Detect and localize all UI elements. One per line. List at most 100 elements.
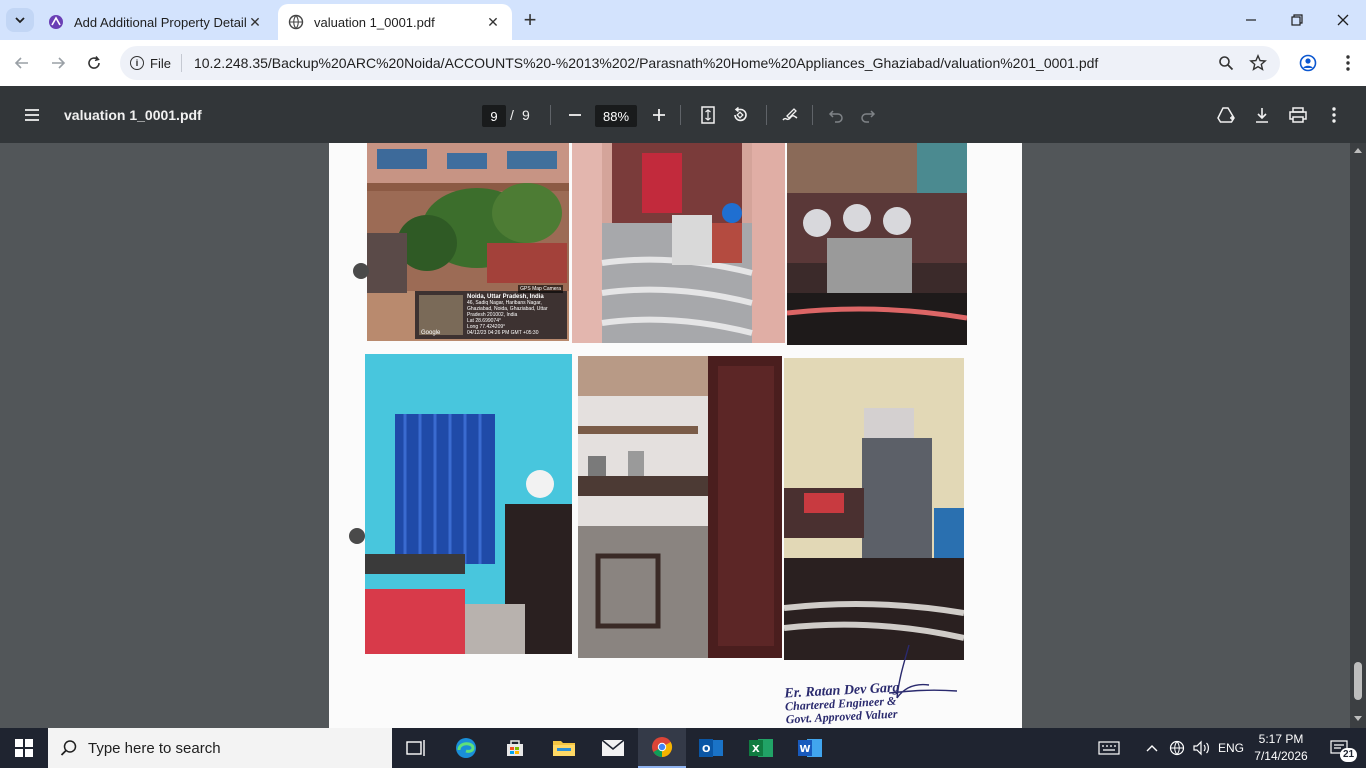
magnifier-icon [1219,56,1234,71]
volume-tray[interactable] [1190,728,1212,768]
gps-datetime: 04/12/23 04:26 PM GMT +05:30 [467,330,539,336]
zoom-button[interactable] [1212,49,1240,77]
excel-app[interactable]: X [737,728,785,768]
viewer-scrollbar[interactable] [1350,143,1366,728]
photo-entrance-room [572,143,785,343]
print-button[interactable] [1286,103,1310,127]
pen-icon [782,108,798,121]
account-icon [1299,54,1317,72]
svg-text:W: W [800,744,811,755]
word-app[interactable]: W [786,728,834,768]
fit-page-button[interactable] [696,103,720,127]
back-button[interactable] [8,49,36,77]
drive-add-icon [1217,107,1235,123]
page-number-input[interactable]: 9 [482,105,506,127]
zoom-level-input[interactable]: 88% [595,105,637,127]
show-hidden-icons-button[interactable] [1142,728,1162,768]
zoom-in-button[interactable] [647,103,671,127]
gps-address: 46, Sadiq Nagar, Haribans Nagar, Ghaziab… [467,300,548,318]
close-window-button[interactable] [1320,6,1366,34]
gps-thumbnail [419,295,463,335]
url-text[interactable]: 10.2.248.35/Backup%20ARC%20Noida/ACCOUNT… [194,55,1280,71]
omnibox-divider [180,54,182,72]
scheme-label: File [150,55,171,71]
forward-button[interactable] [44,49,72,77]
pdf-sidebar-toggle[interactable] [20,103,44,127]
plus-icon [653,109,665,121]
reload-icon [88,56,100,69]
restore-button[interactable] [1274,6,1320,34]
tab-strip: Add Additional Property Detail ✕ valuati… [0,0,1366,40]
photo-blue-room [365,354,572,654]
download-button[interactable] [1250,103,1274,127]
search-placeholder: Type here to search [88,739,221,757]
printer-icon [1289,107,1307,123]
notification-center-button[interactable]: 21 [1320,728,1360,768]
start-button[interactable] [0,728,48,768]
annotate-button[interactable] [778,103,802,127]
close-tab-icon[interactable]: ✕ [246,13,264,31]
undo-button[interactable] [824,103,848,127]
taskbar: Type here to search O X W ENG 5:17 PM 7/… [0,728,1366,768]
pdf-toolbar: valuation 1_0001.pdf 9 / 9 88% [0,86,1366,143]
photo-bedroom [784,358,964,660]
minimize-button[interactable] [1228,6,1274,34]
new-tab-button[interactable]: + [518,9,542,33]
mail-icon [601,739,625,756]
pdf-viewer[interactable]: GPS Map Camera Noida, Uttar Pradesh, Ind… [0,143,1366,728]
clock-date: 7/14/2026 [1254,749,1308,763]
chrome-app[interactable] [638,728,686,768]
redo-button[interactable] [856,103,880,127]
svg-text:X: X [752,744,760,755]
punch-hole [349,528,365,544]
speaker-icon [1193,740,1209,756]
pdf-page: GPS Map Camera Noida, Uttar Pradesh, Ind… [329,143,1022,728]
toolbar-divider [550,105,551,125]
svg-text:O: O [702,744,711,755]
bookmark-button[interactable] [1244,49,1272,77]
tab-search-button[interactable] [6,8,34,32]
store-app[interactable] [491,728,539,768]
minus-icon [569,114,581,116]
close-tab-icon[interactable]: ✕ [484,13,502,31]
file-explorer-app[interactable] [540,728,588,768]
outlook-icon: O [699,739,723,757]
profile-button[interactable] [1294,49,1322,77]
outlook-app[interactable]: O [687,728,735,768]
photo-house-exterior: GPS Map Camera Noida, Uttar Pradesh, Ind… [367,143,569,341]
app-logo-icon [49,15,63,29]
photo-living-room [787,143,967,345]
zoom-out-button[interactable] [563,103,587,127]
reload-button[interactable] [80,49,108,77]
tab-add-property[interactable]: Add Additional Property Detail ✕ [38,4,274,40]
tab-title: valuation 1_0001.pdf [314,14,435,30]
task-view-button[interactable] [392,728,440,768]
taskbar-search[interactable]: Type here to search [48,728,392,768]
site-info-chip[interactable]: i File [130,56,171,71]
chevron-up-icon [1146,745,1158,752]
tab-valuation-pdf[interactable]: valuation 1_0001.pdf ✕ [278,4,512,40]
mail-app[interactable] [589,728,637,768]
page-total: 9 [522,107,530,123]
keyboard-tray[interactable] [1094,728,1124,768]
browser-menu-button[interactable] [1334,49,1362,77]
edge-app[interactable] [442,728,490,768]
drive-save-button[interactable] [1214,103,1238,127]
system-clock[interactable]: 5:17 PM 7/14/2026 [1250,731,1312,765]
scroll-down-icon[interactable] [1353,715,1363,723]
download-icon [1256,108,1268,123]
excel-icon: X [749,739,773,757]
scroll-thumb[interactable] [1354,662,1362,700]
pdf-more-button[interactable] [1322,103,1346,127]
scroll-up-icon[interactable] [1353,146,1363,154]
windows-logo-icon [15,739,33,757]
address-bar[interactable]: i File 10.2.248.35/Backup%20ARC%20Noida/… [120,46,1280,80]
network-tray[interactable] [1166,728,1188,768]
search-icon [60,740,77,756]
fit-page-icon [701,106,715,124]
rotate-button[interactable] [728,103,752,127]
toolbar-divider [766,105,767,125]
word-icon: W [798,739,822,757]
gps-stamp-overlay: GPS Map Camera Noida, Uttar Pradesh, Ind… [415,285,567,339]
input-language[interactable]: ENG [1214,728,1248,768]
